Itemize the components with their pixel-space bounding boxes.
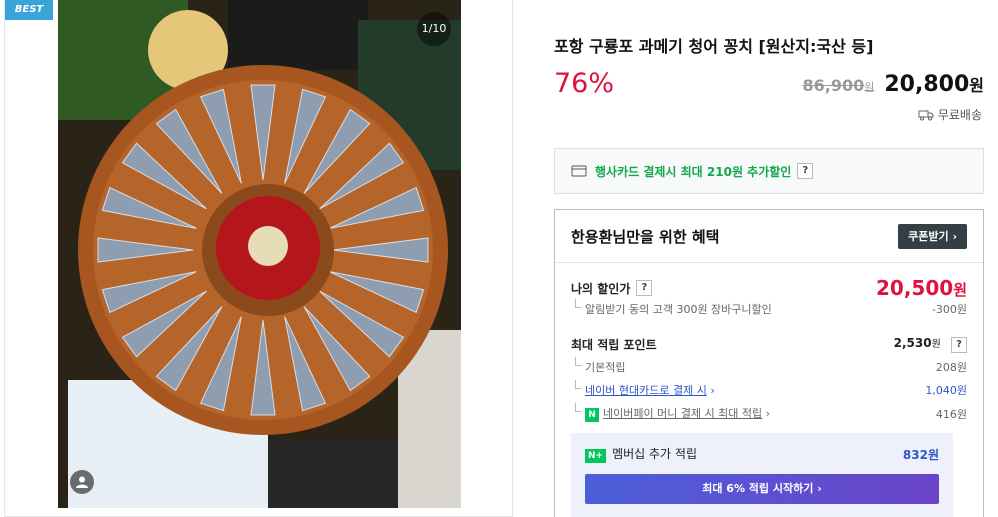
naver-plus-icon: N+ [585, 449, 607, 463]
card-points-link[interactable]: 네이버 현대카드로 결제 시 [585, 384, 707, 397]
npay-points-value: 416원 [935, 407, 967, 421]
card-promo-text: 행사카드 결제시 최대 210원 추가할인 [595, 164, 792, 179]
benefit-panel: 한용환님만을 위한 혜택 쿠폰받기 › 나의 할인가? 20,500원 알림받기… [554, 209, 984, 517]
truck-icon [918, 110, 934, 120]
points-value: 2,530원 ? [894, 335, 967, 353]
shipping-info: 무료배송 [918, 106, 982, 123]
my-price-help-button[interactable]: ? [636, 280, 653, 296]
benefit-title: 한용환님만을 위한 혜택 [571, 228, 720, 246]
points-help-button[interactable]: ? [951, 337, 967, 353]
credit-card-icon [571, 165, 587, 177]
benefit-header: 한용환님만을 위한 혜택 쿠폰받기 › [555, 210, 983, 263]
chevron-right-icon: › [952, 230, 957, 243]
membership-label: 멤버십 추가 적립 [612, 447, 697, 461]
points-row: 최대 적립 포인트 2,530원 ? [571, 335, 967, 353]
start-membership-button[interactable]: 최대 6% 적립 시작하기 › [585, 474, 939, 504]
sale-price: 20,800원 [884, 72, 984, 97]
product-photo[interactable]: 1/10 [58, 0, 461, 508]
get-coupon-button[interactable]: 쿠폰받기 › [898, 224, 967, 249]
membership-row: N+ 멤버십 추가 적립 832원 [585, 445, 939, 463]
npay-icon: N [585, 408, 599, 422]
chevron-right-icon: › [817, 482, 822, 495]
shipping-label: 무료배송 [937, 108, 982, 122]
my-price-value: 20,500원 [876, 276, 967, 300]
gwamegi-platter-image [58, 0, 461, 508]
product-gallery: BEST 1/10 [4, 0, 513, 517]
product-title: 포항 구룡포 과메기 청어 꽁치 [원산지:국산 등] [554, 37, 874, 56]
npay-points-row: N 네이버페이 머니 결제 시 최대 적립 › 416원 [571, 403, 967, 422]
my-price-label: 나의 할인가 [571, 281, 631, 296]
chevron-right-icon: › [710, 384, 715, 397]
card-points-value: 1,040원 [925, 384, 967, 397]
best-badge: BEST [5, 0, 53, 20]
chevron-right-icon: › [765, 407, 771, 420]
price-group: 86,900원 20,800원 [802, 72, 984, 97]
base-points-value: 208원 [935, 361, 967, 374]
card-promo-banner[interactable]: 행사카드 결제시 최대 210원 추가할인 ? [554, 148, 984, 194]
discount-rate: 76% [554, 68, 615, 99]
points-label: 최대 적립 포인트 [571, 337, 657, 352]
my-price-detail-label: 알림받기 동의 고객 300원 장바구니할인 [571, 299, 772, 317]
card-promo-help-button[interactable]: ? [797, 163, 814, 179]
base-points-label: 기본적립 [571, 357, 625, 375]
my-price-row: 나의 할인가? 20,500원 [571, 276, 967, 300]
base-points-row: 기본적립 208원 [571, 357, 967, 375]
product-page: BEST 1/10 포항 구룡포 과메기 청어 꽁치 [원산지:국산 등] 76… [0, 0, 998, 517]
my-price-detail-value: -300원 [931, 303, 967, 316]
my-price-detail-row: 알림받기 동의 고객 300원 장바구니할인 -300원 [571, 299, 967, 317]
membership-value: 832원 [902, 447, 939, 462]
card-points-row: 네이버 현대카드로 결제 시 › 1,040원 [571, 380, 967, 398]
npay-points-link[interactable]: 네이버페이 머니 결제 시 최대 적립 [603, 407, 762, 420]
image-counter: 1/10 [417, 12, 451, 46]
membership-box: N+ 멤버십 추가 적립 832원 최대 6% 적립 시작하기 › [571, 433, 953, 517]
original-price: 86,900원 [802, 76, 875, 95]
user-avatar-icon[interactable] [70, 470, 94, 494]
